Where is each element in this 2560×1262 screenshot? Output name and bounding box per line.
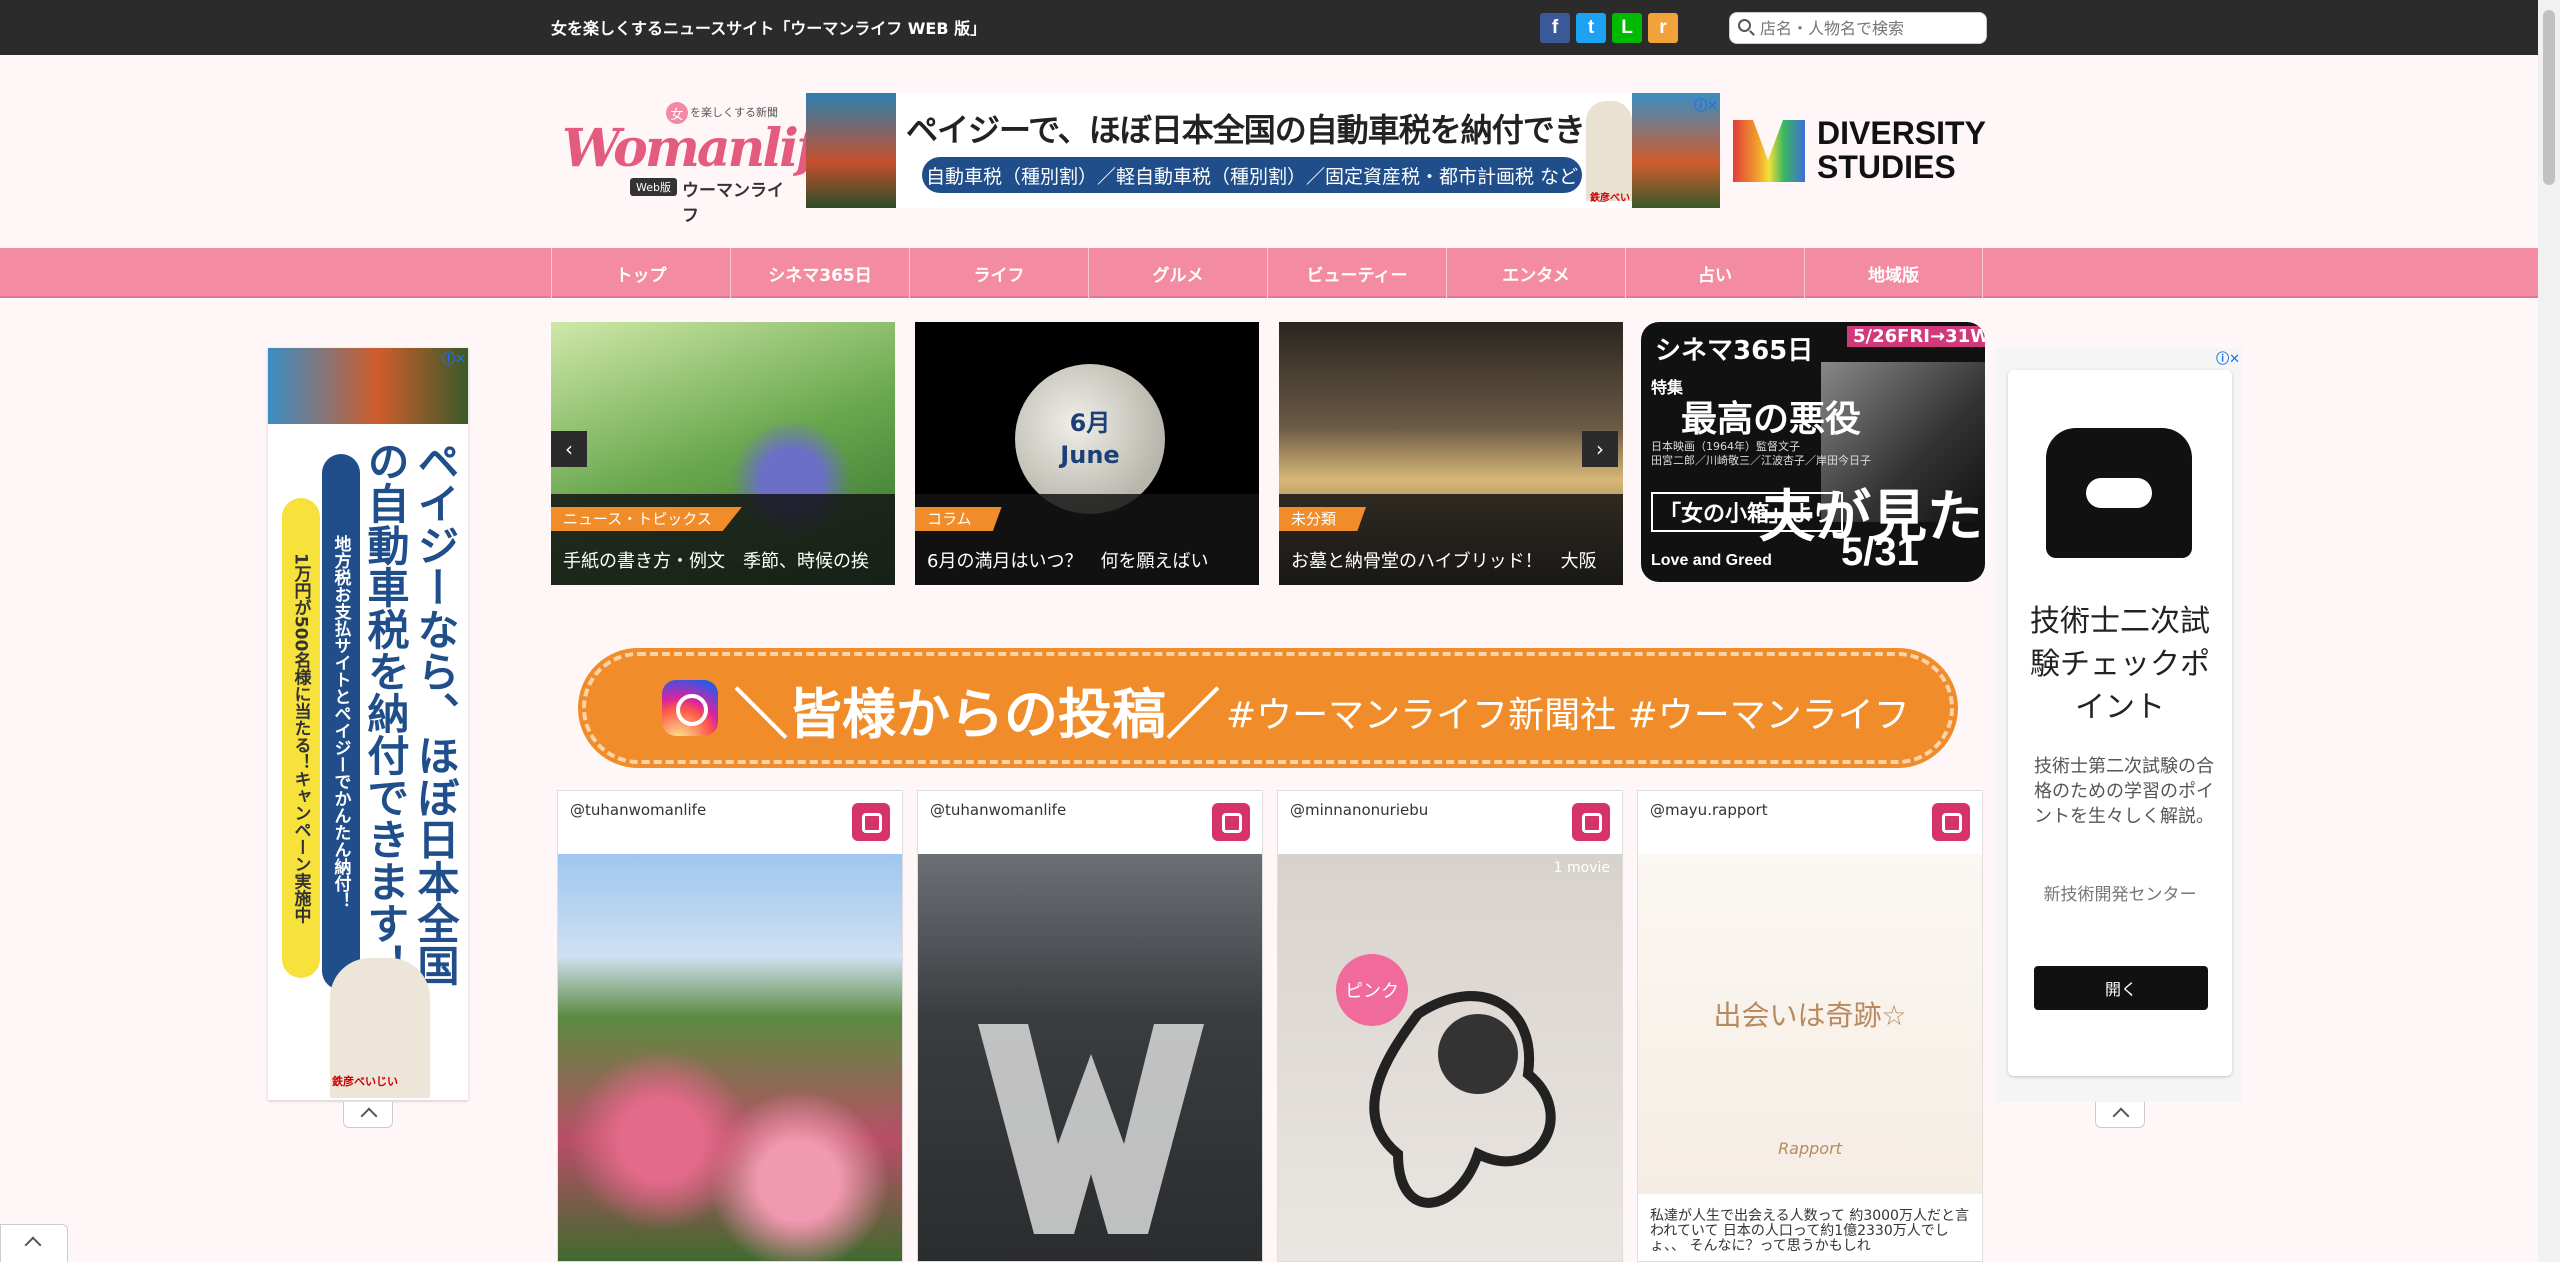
post-username: @tuhanwomanlife: [930, 801, 1067, 819]
twitter-icon[interactable]: t: [1576, 13, 1606, 43]
instagram-post[interactable]: @tuhanwomanlife: [917, 790, 1263, 1262]
nav-item-gourmet[interactable]: グルメ: [1088, 248, 1267, 298]
top-ad-banner[interactable]: ペイジーで、ほぼ日本全国の自動車税を納付できます！ 自動車税（種別割）／軽自動車…: [806, 93, 1720, 208]
ad-open-button[interactable]: 開く: [2034, 966, 2208, 1010]
slide-category: 未分類: [1279, 507, 1367, 531]
nav-item-life[interactable]: ライフ: [909, 248, 1088, 298]
ad-heading: 技術士二次試験チェックポイント: [2030, 604, 2210, 725]
post-username: @minnanonuriebu: [1290, 801, 1429, 819]
main-nav: トップ シネマ365日 ライフ グルメ ビューティー エンタメ 占い 地域版: [0, 248, 2538, 298]
post-image: 1 movie ピンク: [1278, 854, 1622, 1261]
nav-item-cinema[interactable]: シネマ365日: [730, 248, 909, 298]
coloring-page-graphic: [1369, 991, 1556, 1208]
instagram-post[interactable]: @minnanonuriebu 1 movie ピンク: [1277, 790, 1623, 1262]
right-sidebar-ad[interactable]: ⓘ✕ 技術士二次試験チェックポイント 技術士第二次試験の合格のための学習のポイン…: [1996, 348, 2242, 1102]
ad-headline: ペイジーなら、ほぼ日本全国の自動車税を納付できます！: [361, 440, 460, 986]
slide-card[interactable]: 未分類 お墓と納骨堂のハイブリッド！ 大阪: [1279, 322, 1623, 585]
ad-yellow-pill: 1万円が500名様に当たる！キャンペーン実施中: [282, 498, 320, 978]
post-image: [918, 854, 1262, 1261]
nav-item-regional[interactable]: 地域版: [1804, 248, 1983, 298]
instagram-banner: ＼皆様からの投稿／ #ウーマンライフ新聞社 #ウーマンライフ: [582, 652, 1954, 764]
search-icon[interactable]: [1738, 19, 1751, 32]
ad-close-icon[interactable]: ⓘ✕: [2216, 348, 2240, 367]
nav-item-beauty[interactable]: ビューティー: [1267, 248, 1446, 298]
moon-month-en: June: [1060, 441, 1120, 469]
post-image-text: 出会いは奇跡☆: [1713, 999, 1907, 1032]
instagram-icon[interactable]: [852, 803, 890, 841]
site-tagline: 女を楽しくするニュースサイト「ウーマンライフ WEB 版」: [551, 19, 987, 38]
post-image: 出会いは奇跡☆ Rapport: [1638, 854, 1982, 1194]
instagram-post[interactable]: @mayu.rapport 出会いは奇跡☆ Rapport 私達が人生で出会える…: [1637, 790, 1983, 1262]
facebook-icon[interactable]: f: [1540, 13, 1570, 43]
diversity-line2: STUDIES: [1817, 149, 1956, 185]
moon-image: 6月 June: [1015, 364, 1165, 514]
instagram-banner-tags: #ウーマンライフ新聞社 #ウーマンライフ: [1226, 695, 1910, 736]
instagram-banner-title: ＼皆様からの投稿／: [734, 683, 1220, 746]
nav-item-top[interactable]: トップ: [551, 248, 730, 298]
slider-next-button[interactable]: ›: [1582, 431, 1618, 467]
diversity-line1: DIVERSITY: [1817, 115, 1986, 151]
nav-item-fortune[interactable]: 占い: [1625, 248, 1804, 298]
diversity-studies-logo[interactable]: DIVERSITY STUDIES: [1733, 116, 1993, 188]
collapse-ad-button[interactable]: [343, 1102, 393, 1128]
instagram-icon: [662, 680, 718, 736]
ad-close-icon[interactable]: ⓘ✕: [1694, 95, 1718, 114]
logo-wordmark: Womanlife: [562, 118, 848, 179]
slide-card[interactable]: 6月 June コラム 6月の満月はいつ？ 何を願えばい: [915, 322, 1259, 585]
instagram-icon[interactable]: [1932, 803, 1970, 841]
post-image-brand: Rapport: [1778, 1139, 1842, 1158]
ad-brand: 鉄彦べいじい: [332, 1075, 398, 1088]
top-bar: 女を楽しくするニュースサイト「ウーマンライフ WEB 版」 f t L r: [0, 0, 2538, 55]
diversity-w-icon: [1733, 120, 1805, 182]
post-image: [558, 854, 902, 1261]
collapse-ad-button[interactable]: [2095, 1102, 2145, 1128]
moon-month: 6月: [1069, 409, 1111, 437]
logo-web-badge: Web版: [630, 178, 677, 196]
bottom-expand-button[interactable]: [0, 1224, 68, 1262]
slide-title: お墓と納骨堂のハイブリッド！ 大阪: [1291, 551, 1597, 572]
instagram-icon[interactable]: [1572, 803, 1610, 841]
search-input[interactable]: [1760, 16, 1980, 40]
logo-kana: ウーマンライフ: [682, 181, 784, 226]
slide-title: 6月の満月はいつ？ 何を願えばい: [927, 551, 1209, 572]
ad-close-icon[interactable]: ⓘ✕: [442, 348, 466, 367]
post-caption: 私達が人生で出会える人数って 約3000万人だと言われていて 日本の人口って約1…: [1650, 1208, 1969, 1254]
slide-category: ニュース・トピックス: [551, 507, 742, 531]
w-sign-graphic: [978, 1024, 1204, 1234]
ad-description: 技術士第二次試験の合格のための学習のポイントを生々しく解説。: [2034, 756, 2214, 827]
line-icon[interactable]: L: [1612, 13, 1642, 43]
slide-card[interactable]: ニュース・トピックス 手紙の書き方・例文 季節、時候の挨: [551, 322, 895, 585]
rss-icon[interactable]: r: [1648, 13, 1678, 43]
post-username: @tuhanwomanlife: [570, 801, 707, 819]
cinema-feature-title: 最高の悪役: [1681, 399, 1862, 440]
instagram-post[interactable]: @tuhanwomanlife: [557, 790, 903, 1262]
scrollbar-thumb[interactable]: [2543, 10, 2555, 185]
ad-headline: ペイジーで、ほぼ日本全国の自動車税を納付できます！: [906, 111, 1679, 149]
slide-title: 手紙の書き方・例文 季節、時候の挨: [563, 551, 869, 572]
cinema-heading: シネマ365日: [1655, 336, 1814, 366]
cinema-date-range: 5/26FRI→31WED: [1847, 326, 1985, 347]
ad-blue-pill: 地方税お支払サイトとペイジーでかんたん納付！: [322, 454, 360, 990]
cinema-film-en: Love and Greed: [1651, 552, 1772, 569]
slider-prev-button[interactable]: ‹: [551, 431, 587, 467]
ad-character-illustration: [1586, 101, 1632, 201]
cinema365-banner[interactable]: シネマ365日 5/26FRI→31WED 特集 最高の悪役 日本映画（1964…: [1641, 322, 1985, 582]
post-username: @mayu.rapport: [1650, 801, 1768, 819]
slide-category: コラム: [915, 507, 1002, 531]
scrollbar[interactable]: [2538, 0, 2560, 1262]
ad-card: 技術士二次試験チェックポイント 技術士第二次試験の合格のための学習のポイントを生…: [2008, 370, 2232, 1076]
cinema-feature: 特集: [1651, 378, 1684, 397]
advertiser-logo: [2046, 428, 2192, 558]
left-sidebar-ad[interactable]: ⓘ✕ ペイジーなら、ほぼ日本全国の自動車税を納付できます！ 地方税お支払サイトと…: [268, 348, 468, 1100]
search-box: [1729, 12, 1987, 44]
instagram-icon[interactable]: [1212, 803, 1250, 841]
nav-item-entertainment[interactable]: エンタメ: [1446, 248, 1625, 298]
site-logo[interactable]: 女 を楽しくする新聞 Womanlife Web版 ウーマンライフ: [558, 100, 848, 226]
ad-tax-list: 自動車税（種別割）／軽自動車税（種別割）／固定資産税・都市計画税 など: [922, 157, 1582, 193]
cinema-date: 5/31: [1841, 530, 1919, 574]
cinema-credit-2: 田宮二郎／川崎敬三／江波杏子／岸田今日子: [1651, 454, 1871, 467]
ad-photo: [268, 348, 468, 424]
ad-advertiser: 新技術開発センター: [2043, 885, 2197, 905]
ad-photo: [806, 93, 896, 208]
